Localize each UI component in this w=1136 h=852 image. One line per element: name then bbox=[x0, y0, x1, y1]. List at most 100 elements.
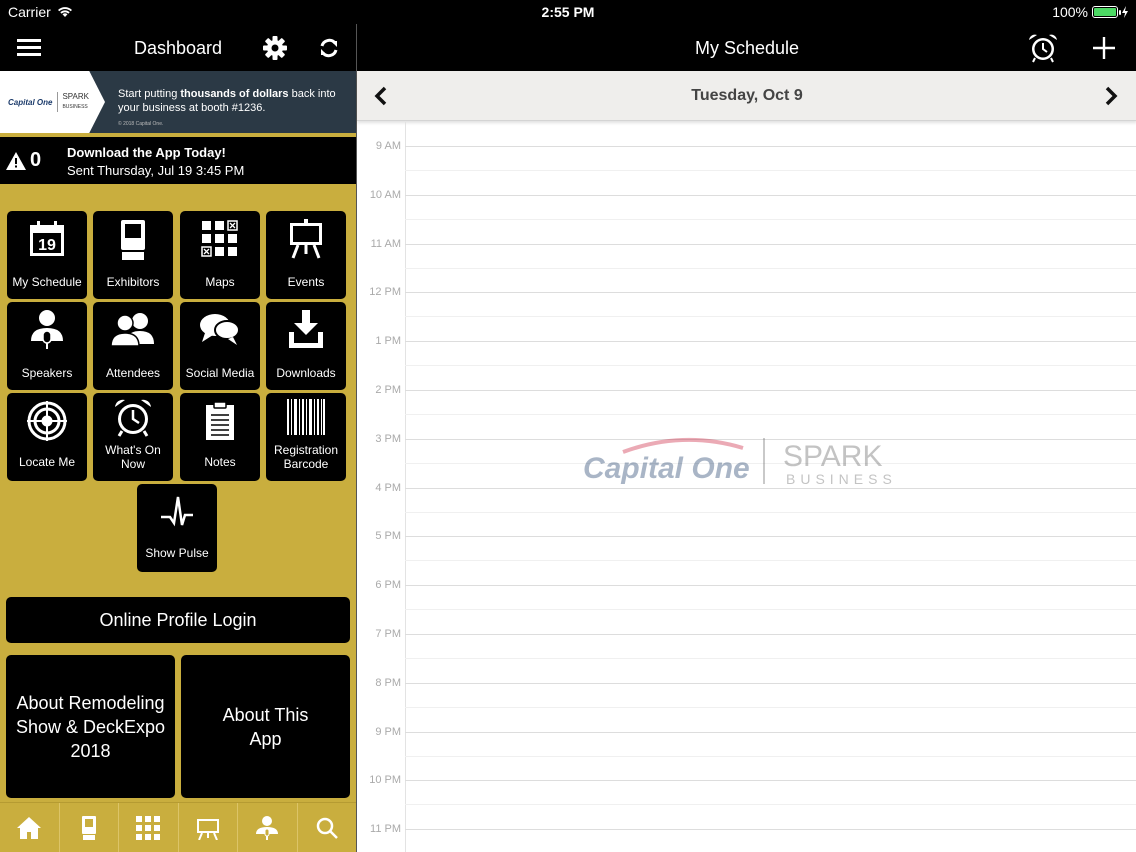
banner-fineprint: © 2018 Capital One. bbox=[118, 121, 164, 127]
hour-line bbox=[405, 585, 1136, 587]
hour-row[interactable]: 9 AM bbox=[357, 122, 1136, 171]
hour-line bbox=[405, 536, 1136, 538]
hour-label: 10 AM bbox=[369, 188, 401, 201]
refresh-icon[interactable] bbox=[316, 35, 342, 61]
tile-social-media[interactable]: Social Media bbox=[180, 302, 260, 390]
tile-my-schedule[interactable]: 19 My Schedule bbox=[7, 211, 87, 299]
clock: 2:55 PM bbox=[541, 4, 595, 20]
booth-icon bbox=[93, 217, 173, 261]
svg-text:19: 19 bbox=[38, 237, 56, 254]
dashboard-navbar: Dashboard bbox=[0, 24, 356, 71]
hour-label: 12 PM bbox=[369, 286, 401, 299]
attendees-icon bbox=[93, 308, 173, 352]
next-day-icon[interactable] bbox=[1099, 83, 1123, 109]
tile-exhibitors[interactable]: Exhibitors bbox=[93, 211, 173, 299]
alert-bar[interactable]: 0 Download the App Today! Sent Thursday,… bbox=[0, 137, 356, 184]
tab-speakers[interactable] bbox=[238, 803, 298, 852]
tile-whats-on-now[interactable]: What's On Now bbox=[93, 393, 173, 481]
tile-show-pulse[interactable]: Show Pulse bbox=[137, 484, 217, 572]
hour-row[interactable]: 10 AM bbox=[357, 171, 1136, 220]
hour-label: 8 PM bbox=[375, 676, 401, 689]
sponsor-banner[interactable]: Capital One SPARK BUSINESS Start putting … bbox=[0, 71, 356, 133]
tile-speakers[interactable]: Speakers bbox=[7, 302, 87, 390]
hour-row[interactable]: 12 PM bbox=[357, 268, 1136, 318]
calendar-icon: 19 bbox=[7, 217, 87, 261]
schedule-navbar: My Schedule bbox=[357, 24, 1136, 71]
tile-attendees[interactable]: Attendees bbox=[93, 302, 173, 390]
hour-row[interactable]: 5 PM bbox=[357, 512, 1136, 562]
tab-exhibitors[interactable] bbox=[60, 803, 119, 852]
tile-downloads[interactable]: Downloads bbox=[266, 302, 346, 390]
hour-row[interactable]: 7 PM bbox=[357, 610, 1136, 659]
battery-status: 100% bbox=[1052, 4, 1128, 20]
pulse-icon bbox=[137, 490, 217, 534]
schedule-panel: My Schedule Tuesday, Oct 9 9 AM 10 AM 11 A… bbox=[356, 24, 1136, 852]
hour-label: 1 PM bbox=[375, 335, 401, 348]
hour-row[interactable]: 8 PM bbox=[357, 659, 1136, 708]
day-schedule-grid[interactable]: 9 AM 10 AM 11 AM 12 PM 1 PM 2 PM 3 PM 4 PM 5 PM 6… bbox=[357, 122, 1136, 852]
banner-text: Start putting thousands of dollars back … bbox=[118, 88, 336, 114]
hour-row[interactable]: 9 PM bbox=[357, 708, 1136, 757]
alert-subtitle: Sent Thursday, Jul 19 3:45 PM bbox=[67, 163, 245, 178]
tile-maps[interactable]: Maps bbox=[180, 211, 260, 299]
about-show-button[interactable]: About Remodeling Show & DeckExpo 2018 bbox=[6, 655, 175, 798]
hour-line bbox=[405, 829, 1136, 831]
hour-row[interactable]: 1 PM bbox=[357, 317, 1136, 367]
tab-events[interactable] bbox=[179, 803, 238, 852]
hour-label: 4 PM bbox=[375, 481, 401, 494]
hour-row[interactable]: 10 PM bbox=[357, 756, 1136, 806]
tile-locate-me[interactable]: Locate Me bbox=[7, 393, 87, 481]
charging-icon bbox=[1122, 6, 1128, 18]
alarm-clock-icon[interactable] bbox=[1027, 32, 1059, 64]
hour-line bbox=[405, 243, 1136, 245]
online-profile-login-button[interactable]: Online Profile Login bbox=[6, 597, 350, 643]
battery-percent: 100% bbox=[1052, 4, 1088, 20]
add-icon[interactable] bbox=[1091, 35, 1117, 61]
hour-label: 3 PM bbox=[375, 432, 401, 445]
tab-search[interactable] bbox=[298, 803, 357, 852]
hour-line bbox=[405, 390, 1136, 391]
date-navigator: Tuesday, Oct 9 bbox=[357, 71, 1136, 121]
gear-icon[interactable] bbox=[262, 35, 288, 61]
hour-row[interactable]: 6 PM bbox=[357, 561, 1136, 611]
hour-line bbox=[405, 194, 1136, 196]
capital-one-spark-watermark: Capital One SPARK BUSINESS bbox=[583, 434, 913, 490]
easel-icon bbox=[266, 217, 346, 261]
dashboard-title: Dashboard bbox=[133, 38, 223, 58]
hour-row[interactable]: 11 PM bbox=[357, 805, 1136, 852]
alert-count: 0 bbox=[6, 149, 41, 172]
tab-home[interactable] bbox=[0, 803, 60, 852]
hour-label: 2 PM bbox=[375, 384, 401, 396]
hour-line bbox=[405, 682, 1136, 684]
hour-label: 9 PM bbox=[375, 725, 401, 738]
hour-label: 6 PM bbox=[375, 579, 401, 592]
tile-events[interactable]: Events bbox=[266, 211, 346, 299]
hour-label: 9 AM bbox=[375, 140, 401, 152]
dashboard-panel: Dashboard Capital One SPARK BUSINESS Sta… bbox=[0, 24, 356, 852]
about-app-button[interactable]: About This App bbox=[181, 655, 350, 798]
hour-line bbox=[405, 731, 1136, 733]
tile-registration-barcode[interactable]: Registration Barcode bbox=[266, 393, 346, 481]
schedule-title: My Schedule bbox=[694, 38, 800, 58]
hour-row[interactable]: 11 AM bbox=[357, 220, 1136, 269]
barcode-icon bbox=[266, 395, 346, 439]
tile-notes[interactable]: Notes bbox=[180, 393, 260, 481]
bottom-tab-bar bbox=[0, 802, 356, 852]
hour-label: 11 PM bbox=[370, 823, 401, 836]
search-icon bbox=[316, 817, 338, 839]
svg-text:SPARK: SPARK bbox=[783, 440, 882, 473]
booth-icon bbox=[81, 815, 96, 840]
hour-row[interactable]: 2 PM bbox=[357, 366, 1136, 415]
download-icon bbox=[266, 308, 346, 352]
hour-label: 7 PM bbox=[375, 628, 401, 640]
current-date: Tuesday, Oct 9 bbox=[691, 87, 803, 104]
speaker-icon bbox=[256, 815, 279, 840]
warning-icon bbox=[6, 151, 26, 170]
hour-label: 11 AM bbox=[370, 237, 401, 250]
alert-title: Download the App Today! bbox=[67, 145, 226, 160]
hour-label: 10 PM bbox=[369, 774, 401, 787]
alarm-clock-icon bbox=[93, 395, 173, 439]
tab-maps[interactable] bbox=[119, 803, 179, 852]
hour-line bbox=[405, 292, 1136, 294]
target-icon bbox=[7, 399, 87, 443]
